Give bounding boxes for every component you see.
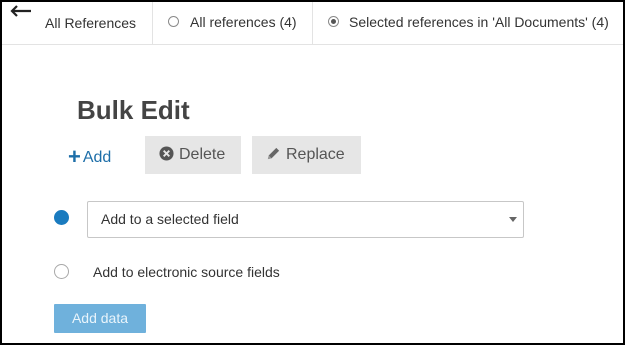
app-window: All References All references (4) Select… xyxy=(0,0,625,345)
delete-button[interactable]: Delete xyxy=(145,136,241,174)
caret-down-icon xyxy=(509,217,517,222)
references-tab-bar: All References All references (4) Select… xyxy=(2,2,623,45)
electronic-source-label[interactable]: Add to electronic source fields xyxy=(93,263,280,281)
arrow-left-icon[interactable] xyxy=(9,4,33,18)
replace-button-label: Replace xyxy=(286,146,345,163)
all-references-label[interactable]: All references (4) xyxy=(190,2,297,45)
field-select[interactable]: Add to a selected field xyxy=(87,201,524,238)
add-button-label: Add xyxy=(82,149,112,166)
circle-x-icon xyxy=(159,146,174,161)
page-title: Bulk Edit xyxy=(77,95,190,125)
add-button[interactable]: + Add xyxy=(68,144,111,170)
field-select-value: Add to a selected field xyxy=(101,211,239,227)
add-data-button[interactable]: Add data xyxy=(54,304,146,333)
selected-references-label[interactable]: Selected references in 'All Documents' (… xyxy=(349,2,609,45)
replace-button[interactable]: Replace xyxy=(252,136,361,174)
tab-all-references[interactable]: All References xyxy=(45,2,136,45)
all-references-radio[interactable] xyxy=(168,16,179,27)
plus-icon: + xyxy=(68,144,81,169)
delete-button-label: Delete xyxy=(179,146,226,163)
tab-divider xyxy=(152,2,153,45)
selected-references-radio[interactable] xyxy=(328,16,339,27)
pencil-icon xyxy=(267,147,280,160)
selected-field-radio[interactable] xyxy=(54,210,69,225)
tab-divider xyxy=(312,2,313,45)
electronic-source-radio[interactable] xyxy=(54,264,69,279)
